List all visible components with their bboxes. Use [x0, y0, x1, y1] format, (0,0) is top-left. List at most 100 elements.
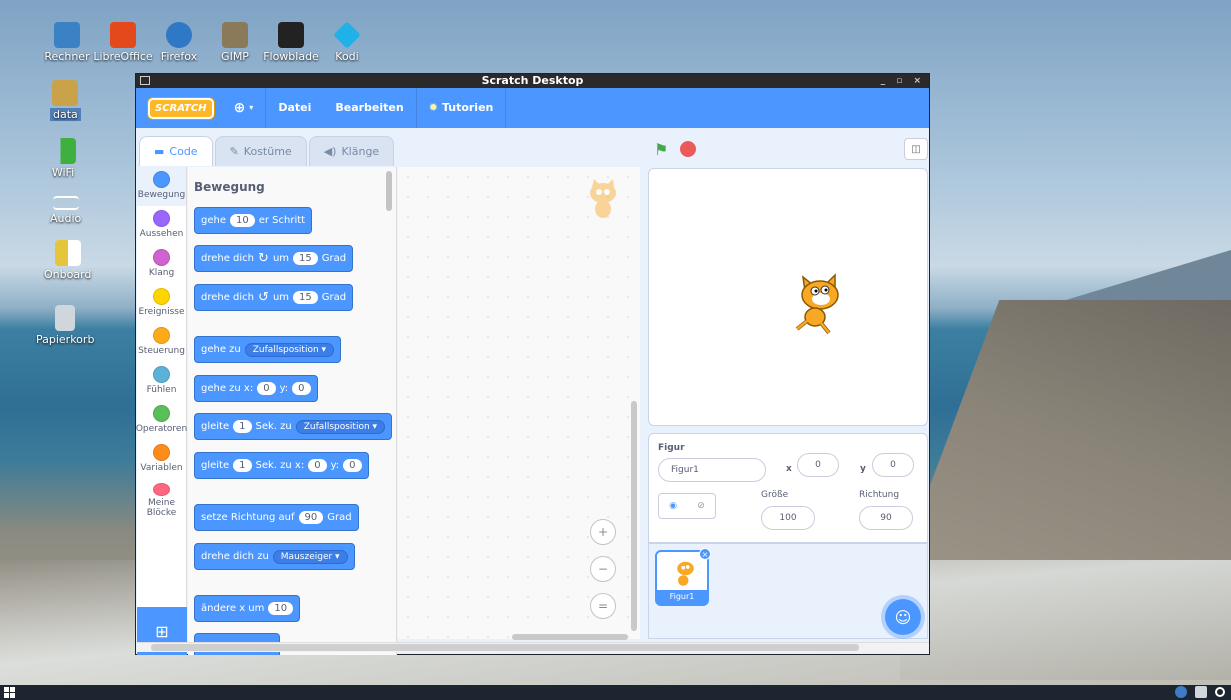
- block-input[interactable]: 15: [293, 291, 318, 304]
- tab-klaenge[interactable]: ◀) Klänge: [308, 136, 395, 166]
- desktop-icon-papierkorb[interactable]: Papierkorb: [36, 305, 94, 346]
- language-menu[interactable]: ⊕ ▾: [222, 88, 267, 128]
- size-input[interactable]: 100: [761, 506, 815, 530]
- block-goto-xy[interactable]: gehe zu x: 0 y: 0: [194, 375, 318, 402]
- zoom-in-button[interactable]: +: [590, 519, 616, 545]
- direction-input[interactable]: 90: [859, 506, 913, 530]
- block-input[interactable]: 90: [298, 511, 324, 524]
- block-input[interactable]: 1: [233, 459, 252, 472]
- block-point-towards[interactable]: drehe dich zu Mauszeiger ▾: [194, 543, 355, 570]
- desktop-icon-onboard[interactable]: Onboard: [44, 240, 91, 281]
- menu-bearbeiten[interactable]: Bearbeiten: [323, 88, 417, 128]
- category-aussehen[interactable]: Aussehen: [137, 206, 186, 245]
- network-icon[interactable]: [1175, 686, 1187, 698]
- palette-scrollbar[interactable]: [386, 171, 392, 211]
- menu-tutorien[interactable]: ✹ Tutorien: [417, 88, 507, 128]
- window-hscroll[interactable]: [137, 642, 929, 652]
- add-sprite-button[interactable]: ☺: [885, 599, 921, 635]
- desktop-icon-libreoffice[interactable]: LibreOffice: [93, 22, 153, 63]
- category-label: Variablen: [140, 463, 183, 473]
- sprite-name-input[interactable]: Figur1: [658, 458, 766, 482]
- block-input[interactable]: 0: [257, 382, 276, 395]
- power-icon[interactable]: [1215, 687, 1225, 697]
- palette-title: Bewegung: [194, 180, 265, 194]
- block-input[interactable]: 0: [292, 382, 311, 395]
- block-dropdown[interactable]: Zufallsposition ▾: [295, 419, 386, 434]
- block-glide-xy[interactable]: gleite 1 Sek. zu x: 0 y: 0: [194, 452, 369, 479]
- window-list-icon[interactable]: [1195, 686, 1207, 698]
- desktop-icon-rechner[interactable]: Rechner: [40, 22, 94, 63]
- start-menu-button[interactable]: [4, 687, 15, 698]
- category-label: Klang: [148, 268, 175, 278]
- block-input[interactable]: 1: [233, 420, 252, 433]
- y-input[interactable]: 0: [872, 453, 914, 477]
- stop-icon[interactable]: [680, 141, 696, 157]
- block-turn-left[interactable]: drehe dich ↺ um 15 Grad: [194, 284, 354, 311]
- cat-sprite[interactable]: [777, 257, 857, 337]
- desktop-icon-flowblade[interactable]: Flowblade: [263, 22, 319, 63]
- block-input[interactable]: 0: [343, 459, 362, 472]
- block-text: gehe zu: [201, 344, 241, 355]
- desktop-icon-kodi[interactable]: Kodi: [320, 21, 374, 63]
- visibility-toggle[interactable]: ◉ ⊘: [658, 493, 716, 519]
- category-dot: [153, 405, 170, 422]
- block-dropdown[interactable]: Mauszeiger ▾: [272, 549, 348, 564]
- chevron-down-icon: ▾: [249, 103, 254, 112]
- category-dot: [153, 444, 170, 461]
- block-move-steps[interactable]: gehe 10 er Schritt: [194, 207, 313, 234]
- script-vscroll[interactable]: [631, 401, 637, 631]
- eye-icon[interactable]: ◉: [669, 501, 677, 511]
- x-input[interactable]: 0: [797, 453, 839, 477]
- window-hscroll-thumb[interactable]: [151, 644, 859, 651]
- desktop-icon-gimp[interactable]: GIMP: [208, 22, 262, 63]
- category-dot: [153, 366, 170, 383]
- desktop-icon-firefox[interactable]: Firefox: [152, 22, 206, 63]
- zoom-out-button[interactable]: −: [590, 556, 616, 582]
- window-titlebar[interactable]: Scratch Desktop _ ▫ ×: [136, 74, 929, 88]
- sprite-thumbnail-label: Figur1: [657, 590, 707, 604]
- desktop-icon-data[interactable]: data: [50, 80, 81, 121]
- category-variablen[interactable]: Variablen: [137, 440, 186, 479]
- category-steuerung[interactable]: Steuerung: [137, 323, 186, 362]
- tab-kostueme-label: Kostüme: [243, 145, 292, 158]
- block-dropdown[interactable]: Zufallsposition ▾: [244, 342, 335, 357]
- block-input[interactable]: 15: [293, 252, 318, 265]
- zoom-in-icon: +: [597, 525, 609, 539]
- block-change-x[interactable]: ändere x um 10: [194, 595, 301, 622]
- menu-datei[interactable]: Datei: [266, 88, 323, 128]
- eye-off-icon[interactable]: ⊘: [697, 501, 705, 511]
- block-input[interactable]: 10: [230, 214, 255, 227]
- desktop-icon-wifi[interactable]: WiFi: [50, 138, 76, 179]
- category-bewegung[interactable]: Bewegung: [137, 167, 186, 206]
- computer-icon: [54, 22, 80, 48]
- script-hscroll[interactable]: [512, 634, 628, 640]
- zoom-reset-button[interactable]: =: [590, 593, 616, 619]
- category-fuehlen[interactable]: Fühlen: [137, 362, 186, 401]
- scratch-logo[interactable]: SCRATCH: [148, 97, 214, 119]
- desktop-icon-audio[interactable]: Audio: [50, 190, 81, 225]
- block-point-direction[interactable]: setze Richtung auf 90 Grad: [194, 504, 359, 531]
- delete-sprite-button[interactable]: ×: [699, 548, 711, 560]
- window-controls[interactable]: _ ▫ ×: [881, 74, 925, 88]
- block-text: um: [272, 253, 290, 264]
- block-input[interactable]: 10: [268, 602, 294, 615]
- category-klang[interactable]: Klang: [137, 245, 186, 284]
- category-operatoren[interactable]: Operatoren: [136, 401, 187, 440]
- block-glide-to[interactable]: gleite 1 Sek. zu Zufallsposition ▾: [194, 413, 393, 440]
- category-ereignisse[interactable]: Ereignisse: [137, 284, 186, 323]
- sprite-thumbnail[interactable]: × Figur1: [655, 548, 711, 606]
- block-text: drehe dich: [201, 292, 255, 303]
- size-value: 100: [779, 513, 797, 523]
- block-turn-right[interactable]: drehe dich ↻ um 15 Grad: [194, 245, 354, 272]
- tab-code[interactable]: ▬ Code: [139, 136, 213, 166]
- tab-kostueme[interactable]: ✎ Kostüme: [214, 136, 307, 166]
- category-meine-bloecke[interactable]: Meine Blöcke: [137, 479, 186, 518]
- cat-plus-icon: ☺: [894, 607, 912, 627]
- block-input[interactable]: 0: [308, 459, 327, 472]
- block-text: ändere x um: [201, 603, 265, 614]
- editor-tabs: ▬ Code ✎ Kostüme ◀) Klänge: [139, 136, 395, 166]
- green-flag-icon[interactable]: ⚑: [654, 140, 668, 159]
- block-goto[interactable]: gehe zu Zufallsposition ▾: [194, 336, 342, 363]
- stage[interactable]: [648, 168, 928, 426]
- stage-size-button[interactable]: ◫: [904, 138, 928, 160]
